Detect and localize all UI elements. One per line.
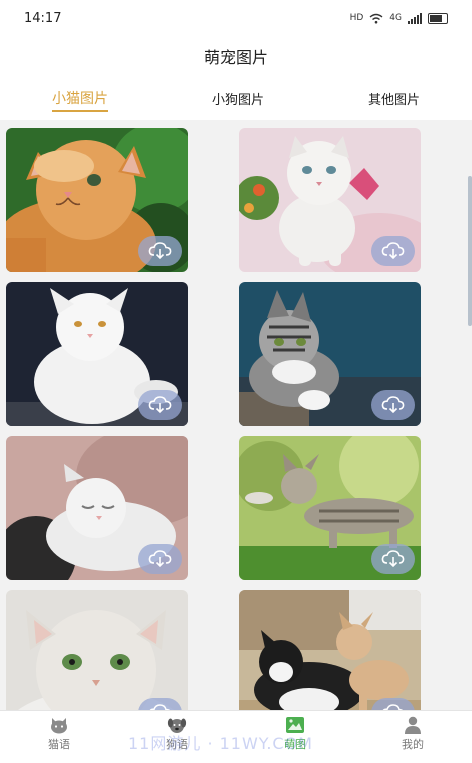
- nav-item-dog-talk[interactable]: 狗语: [147, 716, 207, 752]
- grid-item-tabby-kitten-grass[interactable]: [239, 436, 421, 580]
- wifi-icon: [369, 13, 383, 23]
- cloud-download-icon: [148, 550, 172, 568]
- page-title: 萌宠图片: [203, 48, 268, 67]
- download-button[interactable]: [138, 390, 182, 420]
- status-icons: HD 4G: [349, 12, 448, 24]
- hd-indicator: HD: [349, 13, 364, 23]
- pet-image-grid: [0, 120, 472, 710]
- tab-cats[interactable]: 小猫图片: [42, 82, 118, 114]
- nav-item-cute-pics[interactable]: 萌图: [265, 716, 325, 752]
- cloud-download-icon: [148, 396, 172, 414]
- cloud-download-icon: [381, 396, 405, 414]
- cloud-download-icon: [381, 242, 405, 260]
- grid-item-orange-kitten[interactable]: [6, 128, 188, 272]
- status-bar: 14:17 HD 4G: [0, 0, 472, 36]
- cream-kitten-image: [6, 590, 188, 710]
- black-white-cat-pair-image: [239, 590, 421, 710]
- download-button[interactable]: [138, 544, 182, 574]
- download-button[interactable]: [371, 390, 415, 420]
- nav-label: 萌图: [284, 738, 306, 751]
- nav-label: 我的: [402, 738, 424, 751]
- category-tabs: 小猫图片 小狗图片 其他图片: [0, 76, 472, 120]
- grid-item-sleeping-kitten[interactable]: [6, 436, 188, 580]
- home-indicator-bar: [0, 756, 472, 763]
- status-time: 14:17: [24, 10, 62, 26]
- scrollbar-thumb[interactable]: [468, 176, 472, 326]
- nav-item-cat-talk[interactable]: 猫语: [29, 716, 89, 752]
- download-button[interactable]: [138, 698, 182, 710]
- cloud-download-icon: [148, 242, 172, 260]
- grid-item-black-white-cat-pair[interactable]: [239, 590, 421, 710]
- app-header: 萌宠图片: [0, 36, 472, 76]
- grid-item-cream-kitten[interactable]: [6, 590, 188, 710]
- nav-label: 狗语: [166, 738, 188, 751]
- grid-item-white-kitten-flowers[interactable]: [239, 128, 421, 272]
- user-icon: [405, 716, 421, 734]
- grid-item-white-persian-cat[interactable]: [6, 282, 188, 426]
- download-button[interactable]: [371, 698, 415, 710]
- grid-item-tabby-kitten-teal[interactable]: [239, 282, 421, 426]
- bottom-nav: 猫语 狗语 萌图 我的: [0, 710, 472, 757]
- tab-others[interactable]: 其他图片: [358, 83, 430, 114]
- battery-icon: [428, 12, 448, 24]
- dog-icon: [167, 718, 187, 733]
- signal-icon: [408, 12, 422, 24]
- nav-label: 猫语: [48, 738, 70, 751]
- download-button[interactable]: [371, 236, 415, 266]
- nav-item-profile[interactable]: 我的: [383, 716, 443, 752]
- download-button[interactable]: [371, 544, 415, 574]
- download-button[interactable]: [138, 236, 182, 266]
- image-icon: [286, 717, 304, 733]
- cat-icon: [51, 718, 67, 734]
- tab-dogs[interactable]: 小狗图片: [202, 83, 274, 114]
- cloud-download-icon: [381, 550, 405, 568]
- network-type: 4G: [389, 13, 402, 23]
